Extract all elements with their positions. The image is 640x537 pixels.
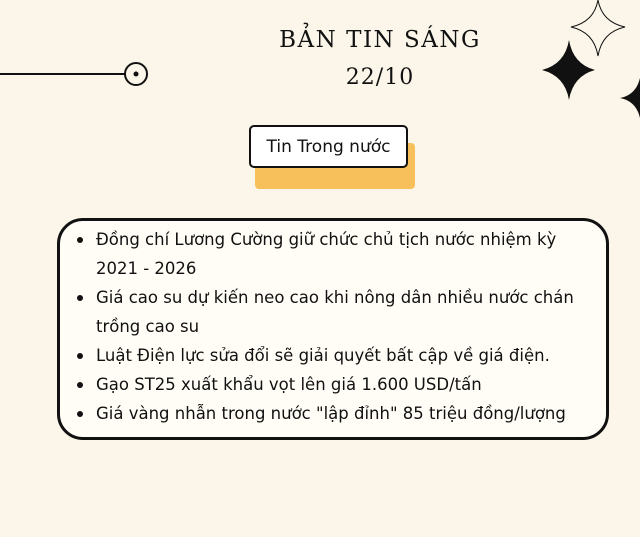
line-with-target-decoration — [0, 62, 148, 86]
date-label: 22/10 — [345, 65, 415, 90]
news-list: Đồng chí Lương Cường giữ chức chủ tịch n… — [60, 221, 606, 428]
bullet-icon — [77, 237, 83, 243]
bullet-icon — [77, 295, 83, 301]
news-item-text: Luật Điện lực sửa đổi sẽ giải quyết bất … — [96, 346, 550, 365]
bullet-icon — [77, 382, 83, 388]
stars-decoration — [542, 0, 640, 118]
list-item: Gạo ST25 xuất khẩu vọt lên giá 1.600 USD… — [60, 370, 606, 399]
four-point-star-filled-icon — [620, 78, 640, 118]
bullet-icon — [77, 411, 83, 417]
news-item-text: Gạo ST25 xuất khẩu vọt lên giá 1.600 USD… — [96, 375, 482, 394]
news-item-text: Đồng chí Lương Cường giữ chức chủ tịch n… — [96, 230, 557, 278]
list-item: Luật Điện lực sửa đổi sẽ giải quyết bất … — [60, 341, 606, 370]
section-tag-label: Tin Trong nước — [249, 125, 408, 168]
bullet-icon — [77, 353, 83, 359]
list-item: Đồng chí Lương Cường giữ chức chủ tịch n… — [60, 225, 606, 283]
circle-target-icon — [124, 62, 148, 86]
page-title: BẢN TIN SÁNG — [279, 27, 481, 53]
news-box: Đồng chí Lương Cường giữ chức chủ tịch n… — [57, 218, 609, 440]
list-item: Giá cao su dự kiến neo cao khi nông dân … — [60, 283, 606, 341]
four-point-star-outline-icon — [570, 0, 626, 57]
list-item: Giá vàng nhẫn trong nước "lập đỉnh" 85 t… — [60, 399, 606, 428]
news-item-text: Giá cao su dự kiến neo cao khi nông dân … — [96, 288, 574, 336]
section-tag: Tin Trong nước — [249, 125, 419, 191]
news-item-text: Giá vàng nhẫn trong nước "lập đỉnh" 85 t… — [96, 404, 566, 423]
